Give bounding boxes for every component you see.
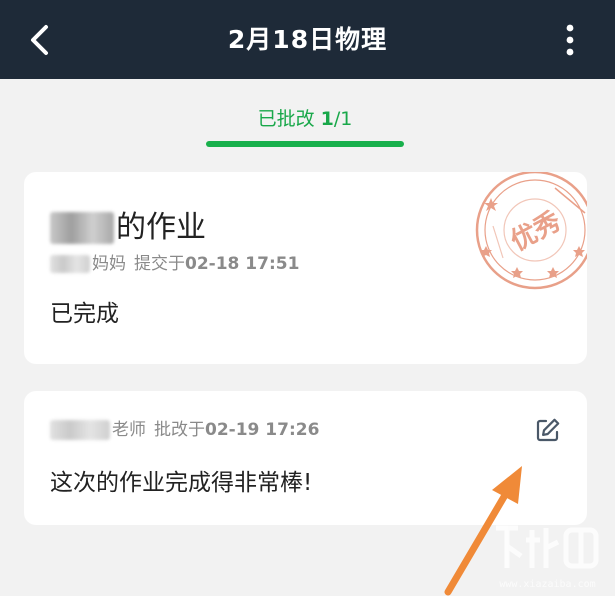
review-time: 02-19 17:26 <box>205 420 320 440</box>
tab-bar: 已批改 1/1 <box>0 79 615 161</box>
homework-title-text: 的作业 <box>116 210 206 245</box>
page-title: 2月18日物理 <box>227 25 388 54</box>
tab-reviewed-count: 1 <box>320 108 334 130</box>
tab-active-indicator <box>206 141 404 147</box>
review-comment: 这次的作业完成得非常棒! <box>50 470 313 496</box>
review-meta: 老师 批改于 02-19 17:26 <box>50 418 319 442</box>
homework-meta: 妈妈 提交于 02-18 17:51 <box>50 252 299 276</box>
edit-icon[interactable] <box>535 417 561 443</box>
student-name-blurred <box>50 212 114 244</box>
submitter-label: 妈妈 <box>92 254 126 274</box>
reviewer-label: 老师 <box>112 420 146 440</box>
submit-time: 02-18 17:51 <box>185 254 300 274</box>
more-vertical-icon[interactable] <box>563 22 577 58</box>
homework-card[interactable]: 的作业 妈妈 提交于 02-18 17:51 已完成 优秀 <box>24 172 587 364</box>
tab-reviewed-total: /1 <box>333 108 353 130</box>
tab-reviewed-label: 已批改 1/1 <box>258 105 353 133</box>
homework-title: 的作业 <box>50 208 206 248</box>
site-watermark: www.xiazaiba.com <box>490 518 605 590</box>
watermark-logo-icon <box>496 525 599 569</box>
app-header: 2月18日物理 <box>0 0 615 79</box>
tab-reviewed-text: 已批改 <box>257 108 321 130</box>
submitter-name-blurred <box>50 255 90 273</box>
stamp-text: 优秀 <box>506 206 566 257</box>
excellent-stamp-icon: 优秀 <box>475 172 587 290</box>
review-action: 批改于 <box>154 420 205 440</box>
submit-action: 提交于 <box>134 254 185 274</box>
teacher-name-blurred <box>50 420 110 440</box>
watermark-text: www.xiazaiba.com <box>499 579 596 590</box>
homework-status: 已完成 <box>50 301 119 327</box>
